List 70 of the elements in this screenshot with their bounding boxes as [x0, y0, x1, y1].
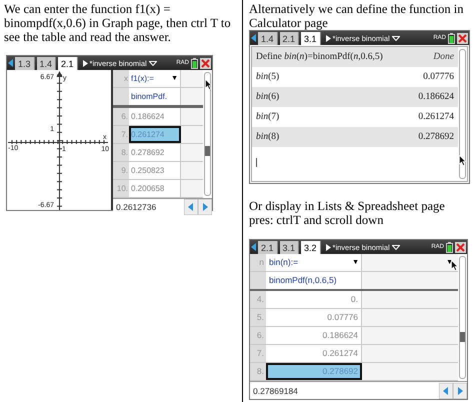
definition-input[interactable]: Define bin(n)=binomPdf(n,0.6,5) [256, 52, 383, 62]
paragraph: Alternatively we can define the function in Calculator page [249, 2, 465, 30]
header-text: f1(x):= [131, 73, 154, 85]
left-arrow-button[interactable] [184, 199, 198, 215]
row-number: 6. [250, 327, 266, 344]
close-icon[interactable] [455, 242, 466, 252]
row-number: 8. [113, 144, 129, 161]
left-arrow-button[interactable] [439, 382, 453, 398]
caret-icon[interactable] [392, 36, 400, 40]
column-label: x [113, 70, 129, 87]
tab[interactable]: 1.4 [36, 57, 56, 70]
result: 0.186624 [418, 92, 454, 102]
right-arrow-icon[interactable] [326, 244, 331, 250]
tab[interactable]: 2.1 [258, 241, 278, 254]
entry-line[interactable]: 0.27869184 [250, 386, 439, 396]
row-number: 10. [113, 180, 129, 197]
caret-icon[interactable] [392, 244, 400, 250]
header-text: bin(n):= [269, 256, 298, 269]
expression-input[interactable]: bin(8) [256, 132, 280, 142]
tab[interactable]: 3.1 [301, 32, 321, 45]
result: Done [433, 52, 454, 62]
paragraph: We can enter the function f1(x) = binompdf(x,0.6) in Graph page, then ctrl T to see the table and read the answer. [4, 2, 232, 44]
row-number: 9. [113, 162, 129, 179]
tab[interactable]: 1.4 [258, 32, 278, 45]
battery-icon [446, 242, 453, 252]
table-cell [181, 88, 203, 105]
row-number: 8. [250, 363, 266, 380]
text-cursor [256, 158, 257, 166]
result: 0.07776 [423, 72, 454, 82]
mouse-pointer-icon [451, 260, 458, 271]
right-arrow-button[interactable] [453, 382, 467, 398]
caret-icon[interactable] [148, 60, 157, 66]
expression-input[interactable]: bin(5) [256, 72, 280, 82]
left-arrow-icon[interactable] [251, 34, 256, 42]
right-arrow-icon[interactable] [326, 34, 331, 42]
tab[interactable]: 3.1 [280, 241, 300, 254]
table-cell [250, 272, 266, 289]
result: 0.278692 [418, 132, 454, 142]
table-cell [181, 162, 203, 179]
right-arrow-button[interactable] [198, 199, 212, 215]
tab[interactable]: 2.1 [280, 32, 300, 45]
table-cell [181, 108, 203, 125]
tab[interactable]: 1.3 [15, 57, 35, 70]
column-label: n [250, 254, 266, 271]
tab[interactable]: 3.2 [301, 240, 321, 254]
right-arrow-icon[interactable] [82, 60, 88, 66]
battery-icon [448, 32, 455, 44]
left-arrow-icon[interactable] [8, 59, 13, 67]
result: 0.261274 [418, 112, 454, 122]
row-number: 5. [250, 309, 266, 326]
close-icon[interactable] [200, 58, 211, 68]
table-cell [181, 144, 203, 161]
left-arrow-icon[interactable] [251, 243, 256, 251]
expression-input[interactable]: bin(7) [256, 112, 280, 122]
row-number: 4. [250, 291, 266, 308]
paragraph: Or display in Lists & Spreadsheet page pres: ctrlT and scroll down [249, 199, 446, 227]
close-icon[interactable] [457, 32, 468, 44]
row-number: 7. [250, 345, 266, 362]
scrollbar[interactable] [459, 256, 466, 379]
expression-input[interactable]: bin(6) [256, 92, 280, 102]
scrollbar[interactable] [459, 49, 466, 179]
table-cell [181, 70, 203, 87]
mouse-pointer-icon [459, 155, 466, 166]
row-number: 6. [113, 108, 129, 125]
table-cell [113, 88, 129, 105]
row-number: 7. [113, 126, 129, 143]
table-cell [181, 126, 203, 143]
scrollbar[interactable] [204, 72, 211, 196]
battery-icon [191, 58, 198, 68]
tab[interactable]: 2.1 [58, 56, 78, 70]
